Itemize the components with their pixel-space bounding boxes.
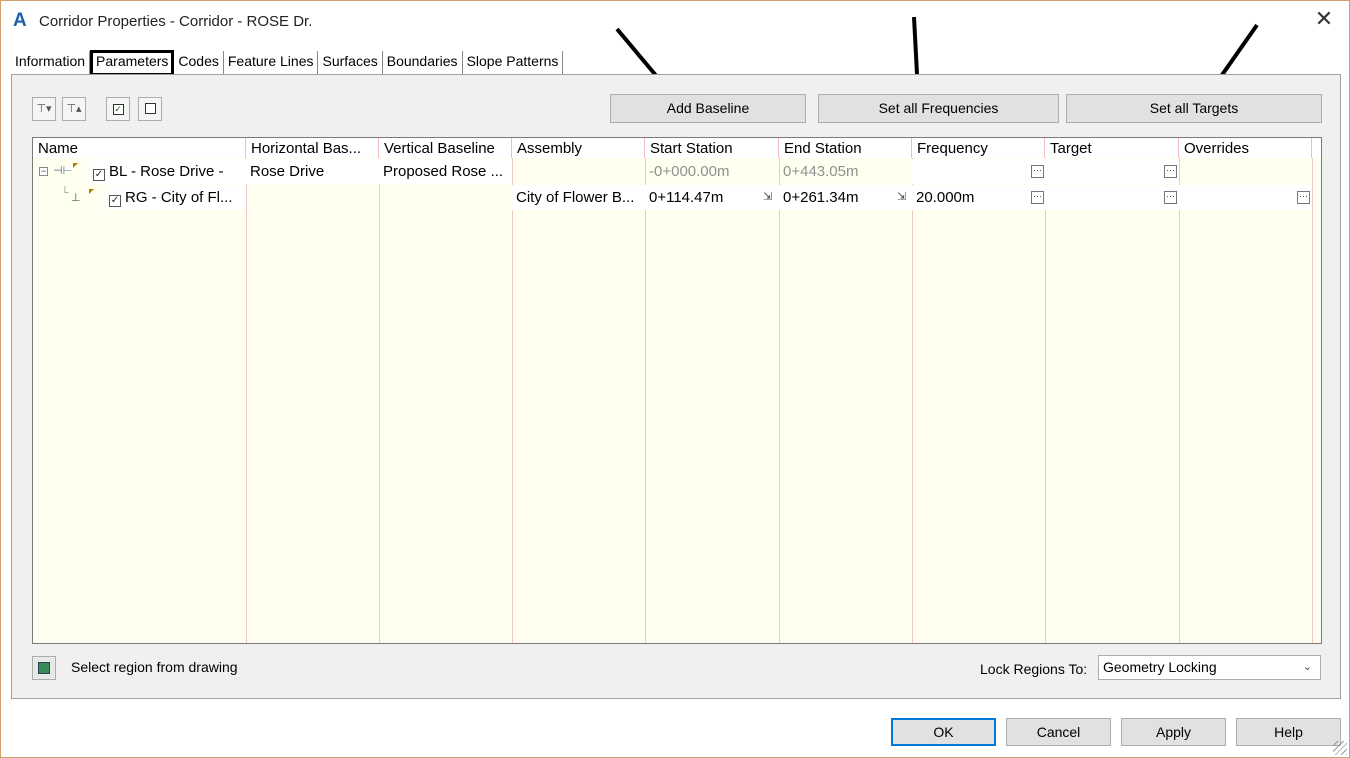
end-station-cell[interactable]: 0+261.34m <box>779 185 912 210</box>
tree-connector-icon: └ <box>61 187 69 199</box>
column-divider <box>645 158 646 643</box>
column-divider <box>779 158 780 643</box>
tab-feature-lines[interactable]: Feature Lines <box>224 51 319 75</box>
column-divider <box>246 158 247 643</box>
select-region-button[interactable] <box>32 656 56 680</box>
table-row-region[interactable]: └ ⊥ ✓ RG - City of Fl... City of Flower B… <box>33 185 1321 210</box>
column-header-overrides[interactable]: Overrides <box>1179 138 1312 158</box>
collapse-tree-icon: ⊤▴ <box>66 103 82 115</box>
frequency-cell[interactable]: 20.000m <box>912 185 1045 210</box>
column-divider <box>379 158 380 643</box>
frequency-ellipsis-icon[interactable]: ··· <box>1031 191 1044 204</box>
apply-button[interactable]: Apply <box>1121 718 1226 746</box>
target-cell[interactable] <box>1045 159 1179 184</box>
assembly-cell <box>512 159 645 184</box>
grid-header: Name Horizontal Bas... Vertical Baseline… <box>33 138 1321 158</box>
baseline-grid: Name Horizontal Bas... Vertical Baseline… <box>32 137 1322 644</box>
tab-codes[interactable]: Codes <box>174 51 224 75</box>
column-header-frequency[interactable]: Frequency <box>912 138 1045 158</box>
close-icon[interactable]: ✕ <box>1313 9 1335 31</box>
column-header-end-station[interactable]: End Station <box>779 138 912 158</box>
edit-flag-icon <box>89 189 94 194</box>
column-divider <box>512 158 513 643</box>
column-header-horizontal-baseline[interactable]: Horizontal Bas... <box>246 138 379 158</box>
edit-flag-icon <box>73 163 78 168</box>
check-all-button[interactable]: ✓ <box>106 97 130 121</box>
region-name: RG - City of Fl... <box>125 189 233 206</box>
table-row-baseline[interactable]: − ⊣⊢ ✓ BL - Rose Drive - Rose Drive Propo… <box>33 159 1321 184</box>
column-header-start-station[interactable]: Start Station <box>645 138 779 158</box>
lock-regions-label: Lock Regions To: <box>980 661 1088 677</box>
parameters-panel: ⊤▾ ⊤▴ ✓ Add Baseline Set all Frequencies… <box>11 74 1341 699</box>
chevron-down-icon: ⌄ <box>1302 661 1312 673</box>
uncheck-all-button[interactable] <box>138 97 162 121</box>
target-cell[interactable] <box>1045 185 1179 210</box>
overrides-ellipsis-icon[interactable]: ··· <box>1297 191 1310 204</box>
column-divider <box>912 158 913 643</box>
start-station-cell: -0+000.00m <box>649 163 730 180</box>
lock-regions-value: Geometry Locking <box>1103 659 1217 675</box>
frequency-ellipsis-icon[interactable]: ··· <box>1031 165 1044 178</box>
tab-parameters[interactable]: Parameters <box>90 50 175 76</box>
baseline-icon: ⊣⊢ <box>53 165 73 177</box>
region-name-cell[interactable]: ✓ RG - City of Fl... <box>105 185 246 210</box>
resize-grip-icon[interactable] <box>1333 741 1347 755</box>
target-ellipsis-icon[interactable]: ··· <box>1164 191 1177 204</box>
horizontal-baseline-cell <box>246 185 379 210</box>
add-baseline-button[interactable]: Add Baseline <box>610 94 806 123</box>
vertical-baseline-cell[interactable]: Proposed Rose ... <box>379 159 512 184</box>
end-station-cell: 0+443.05m <box>783 163 859 180</box>
expand-tree-button[interactable]: ⊤▾ <box>32 97 56 121</box>
baseline-name-cell[interactable]: ✓ BL - Rose Drive - <box>89 159 246 184</box>
window-title: Corridor Properties - Corridor - ROSE Dr… <box>39 13 313 30</box>
help-button[interactable]: Help <box>1236 718 1341 746</box>
corridor-properties-dialog: A Corridor Properties - Corridor - ROSE … <box>0 0 1350 758</box>
set-all-targets-button[interactable]: Set all Targets <box>1066 94 1322 123</box>
tab-information[interactable]: Information <box>11 51 91 75</box>
ok-button[interactable]: OK <box>891 718 996 746</box>
baseline-checkbox[interactable]: ✓ <box>93 169 105 181</box>
lock-regions-select[interactable]: Geometry Locking ⌄ <box>1098 655 1321 680</box>
column-header-target[interactable]: Target <box>1045 138 1179 158</box>
region-icon: ⊥ <box>71 192 81 204</box>
baseline-name: BL - Rose Drive - <box>109 163 224 180</box>
frequency-cell[interactable] <box>912 159 1045 184</box>
column-divider <box>1045 158 1046 643</box>
collapse-tree-button[interactable]: ⊤▴ <box>62 97 86 121</box>
vertical-baseline-cell <box>379 185 512 210</box>
column-divider <box>1179 158 1180 643</box>
pick-station-icon[interactable]: ⇲ <box>897 190 906 203</box>
tab-strip: Information Parameters Codes Feature Lin… <box>11 50 564 76</box>
tab-boundaries[interactable]: Boundaries <box>383 51 463 75</box>
tab-slope-patterns[interactable]: Slope Patterns <box>463 51 564 75</box>
pick-station-icon[interactable]: ⇲ <box>763 190 772 203</box>
tree-collapse-icon[interactable]: − <box>39 167 48 176</box>
tab-surfaces[interactable]: Surfaces <box>318 51 383 75</box>
select-region-icon <box>38 662 50 674</box>
title-bar: A Corridor Properties - Corridor - ROSE … <box>1 1 1349 43</box>
select-region-label: Select region from drawing <box>71 659 238 675</box>
autodesk-logo-icon: A <box>13 10 27 31</box>
column-header-name[interactable]: Name <box>33 138 246 158</box>
expand-tree-icon: ⊤▾ <box>36 103 52 115</box>
checkbox-checked-icon: ✓ <box>112 104 124 115</box>
checkbox-empty-icon <box>144 103 156 114</box>
column-header-assembly[interactable]: Assembly <box>512 138 645 158</box>
column-divider <box>1312 158 1313 643</box>
assembly-cell[interactable]: City of Flower B... <box>512 185 645 210</box>
start-station-cell[interactable]: 0+114.47m <box>645 185 779 210</box>
overrides-cell[interactable] <box>1179 185 1312 210</box>
target-ellipsis-icon[interactable]: ··· <box>1164 165 1177 178</box>
set-all-frequencies-button[interactable]: Set all Frequencies <box>818 94 1059 123</box>
cancel-button[interactable]: Cancel <box>1006 718 1111 746</box>
column-header-vertical-baseline[interactable]: Vertical Baseline <box>379 138 512 158</box>
region-checkbox[interactable]: ✓ <box>109 195 121 207</box>
horizontal-baseline-cell[interactable]: Rose Drive <box>246 159 379 184</box>
